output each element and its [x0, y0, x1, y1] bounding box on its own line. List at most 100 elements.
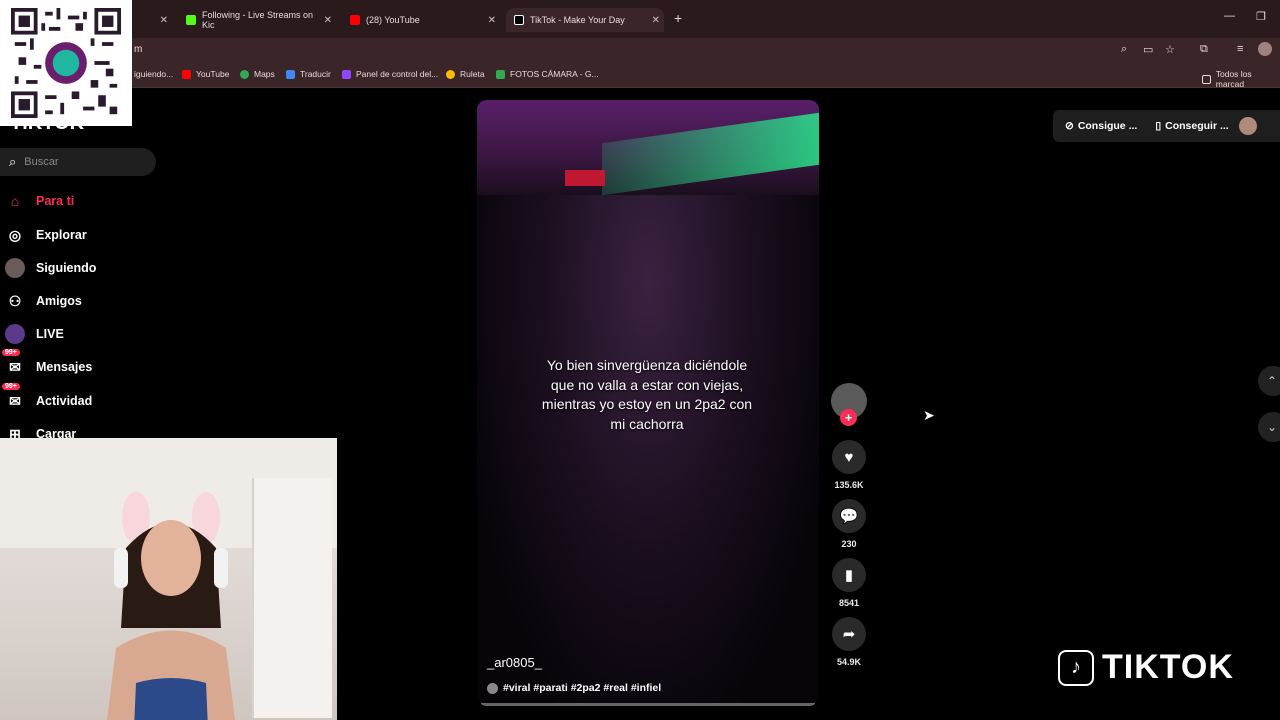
messages-icon: ✉ 99+ [2, 349, 26, 378]
search-input[interactable]: ⌕ Buscar [0, 148, 156, 176]
new-tab-button[interactable]: + [674, 10, 682, 26]
sidebar-item-siguiendo[interactable]: Siguiendo [0, 256, 200, 280]
video-hashtags[interactable]: #viral #parati #2pa2 #real #infiel [487, 682, 661, 694]
share-icon[interactable]: ➦ [832, 617, 866, 651]
bookmarks-bar: iguiendo... YouTube Maps Traducir Panel … [0, 62, 1280, 89]
sidebar-item-actividad[interactable]: ✉ 99+ Actividad [0, 383, 200, 413]
comment-action[interactable]: 💬 230 [832, 499, 866, 549]
star-icon[interactable]: ☆ [1165, 43, 1175, 56]
bookmark-fotos[interactable]: FOTOS CÁMARA - G... [496, 69, 599, 79]
video-progress-bar[interactable] [481, 703, 815, 706]
next-video-button[interactable]: ⌄ [1258, 412, 1280, 442]
sidebar-item-para-ti[interactable]: ⌂ Para ti [0, 189, 200, 213]
browser-tab-tiktok[interactable]: TikTok - Make Your Day ✕ [506, 8, 664, 32]
user-avatar[interactable] [1238, 117, 1257, 135]
sidebar-item-amigos[interactable]: ⚇ Amigos [0, 289, 200, 313]
sidebar-item-live[interactable]: LIVE [0, 322, 200, 346]
get-coins-button[interactable]: ⊘ Consigue ... [1065, 120, 1137, 132]
bookmark-icon[interactable]: ▮ [832, 558, 866, 592]
all-bookmarks[interactable]: Todos los marcad [1202, 69, 1280, 89]
sidebar-item-mensajes[interactable]: ✉ 99+ Mensajes [0, 349, 200, 379]
folder-icon [1202, 74, 1211, 84]
tab-label: TikTok - Make Your Day [530, 15, 625, 25]
bookmark-panel[interactable]: Panel de control del... [342, 69, 438, 79]
cast-icon[interactable]: ▭ [1143, 43, 1153, 56]
mouse-cursor-icon: ➤ [923, 407, 935, 423]
sidebar-item-label: Actividad [36, 394, 93, 408]
qr-code-overlay [0, 0, 132, 126]
share-count: 54.9K [836, 657, 862, 667]
tiktok-note-icon: ♪ [1058, 649, 1094, 686]
browser-tab-youtube[interactable]: (28) YouTube ✕ [342, 8, 500, 32]
close-tab-icon[interactable]: ✕ [324, 15, 332, 26]
ruleta-icon [446, 69, 455, 79]
zoom-icon[interactable]: ⌕ [1121, 43, 1127, 56]
like-count: 135.6K [834, 480, 864, 490]
activity-icon: ✉ 99+ [2, 383, 26, 412]
compass-icon: ◎ [8, 226, 22, 243]
live-icon [4, 323, 26, 345]
notification-badge: 99+ [2, 349, 20, 356]
url-text[interactable]: m [134, 44, 142, 55]
address-bar[interactable]: m ⌕ ▭ ☆ ⧉ ≡ [0, 38, 1280, 62]
like-action[interactable]: ♥ 135.6K [832, 440, 866, 490]
search-placeholder: Buscar [24, 156, 59, 168]
maximize-icon[interactable]: ❐ [1256, 10, 1266, 23]
sidebar-item-label: Para ti [36, 194, 75, 208]
tab-label: (28) YouTube [366, 15, 420, 25]
extensions-icon[interactable]: ⧉ [1200, 43, 1208, 56]
qr-code-image [11, 8, 121, 118]
video-username[interactable]: _ar0805_ [487, 655, 542, 670]
sidebar-item-label: Mensajes [36, 360, 93, 374]
sidebar-item-label: Amigos [36, 294, 82, 308]
sidebar-item-label: LIVE [36, 327, 64, 341]
close-tab-icon[interactable]: ✕ [160, 15, 168, 26]
comment-icon[interactable]: 💬 [832, 499, 866, 533]
watermark-text: TIKTOK [1102, 648, 1234, 686]
sidebar-item-explorar[interactable]: ◎ Explorar [0, 223, 200, 247]
hashtags-text[interactable]: #viral #parati #2pa2 #real #infiel [503, 682, 661, 694]
video-player[interactable]: Yo bien sinvergüenza diciéndole que no v… [477, 100, 819, 706]
youtube-icon [182, 69, 191, 79]
share-action[interactable]: ➦ 54.9K [832, 617, 866, 667]
maps-icon [240, 69, 249, 79]
video-scene-sign [565, 170, 605, 186]
top-right-actions: ⊘ Consigue ... ▯ Conseguir ... [1053, 110, 1280, 142]
notification-badge: 99+ [2, 383, 20, 390]
bookmark-item[interactable]: iguiendo... [134, 69, 173, 79]
browser-tab[interactable]: ✕ [130, 8, 172, 32]
webcam-overlay [0, 438, 337, 720]
close-tab-icon[interactable]: ✕ [488, 15, 496, 26]
minimize-icon[interactable]: — [1224, 10, 1235, 22]
webcam-shelf [252, 478, 332, 718]
friends-icon: ⚇ [8, 292, 22, 309]
save-action[interactable]: ▮ 8541 [832, 558, 866, 608]
bookmark-traducir[interactable]: Traducir [286, 69, 331, 79]
browser-tab-bar: ✕ Following - Live Streams on Kic ✕ (28)… [0, 0, 1280, 38]
browser-tab-kick[interactable]: Following - Live Streams on Kic ✕ [178, 8, 336, 32]
youtube-favicon-icon [350, 15, 360, 25]
coin-icon: ⊘ [1065, 120, 1074, 132]
search-icon: ⌕ [9, 154, 17, 169]
heart-icon[interactable]: ♥ [832, 440, 866, 474]
video-caption: Yo bien sinvergüenza diciéndole que no v… [541, 357, 753, 432]
tab-label: Following - Live Streams on Kic [202, 10, 314, 30]
get-app-button[interactable]: ▯ Conseguir ... [1155, 120, 1228, 132]
previous-video-button[interactable]: ⌃ [1258, 366, 1280, 396]
close-tab-icon[interactable]: ✕ [652, 15, 660, 26]
tiktok-favicon-icon [514, 15, 524, 25]
streamer-image [107, 492, 235, 720]
comment-count: 230 [841, 539, 857, 549]
chevron-up-icon: ⌃ [1267, 374, 1278, 388]
tiktok-watermark: ♪ TIKTOK [1058, 648, 1234, 687]
home-icon: ⌂ [10, 193, 20, 209]
follow-plus-icon[interactable]: + [840, 409, 857, 426]
bookmark-ruleta[interactable]: Ruleta [446, 69, 485, 79]
profile-avatar[interactable] [1258, 42, 1272, 56]
sidebar-item-label: Explorar [36, 228, 87, 242]
media-control-icon[interactable]: ≡ [1237, 43, 1243, 55]
bookmark-maps[interactable]: Maps [240, 69, 275, 79]
translate-icon [286, 69, 295, 79]
bookmark-youtube[interactable]: YouTube [182, 69, 229, 79]
chevron-down-icon: ⌄ [1267, 420, 1278, 434]
